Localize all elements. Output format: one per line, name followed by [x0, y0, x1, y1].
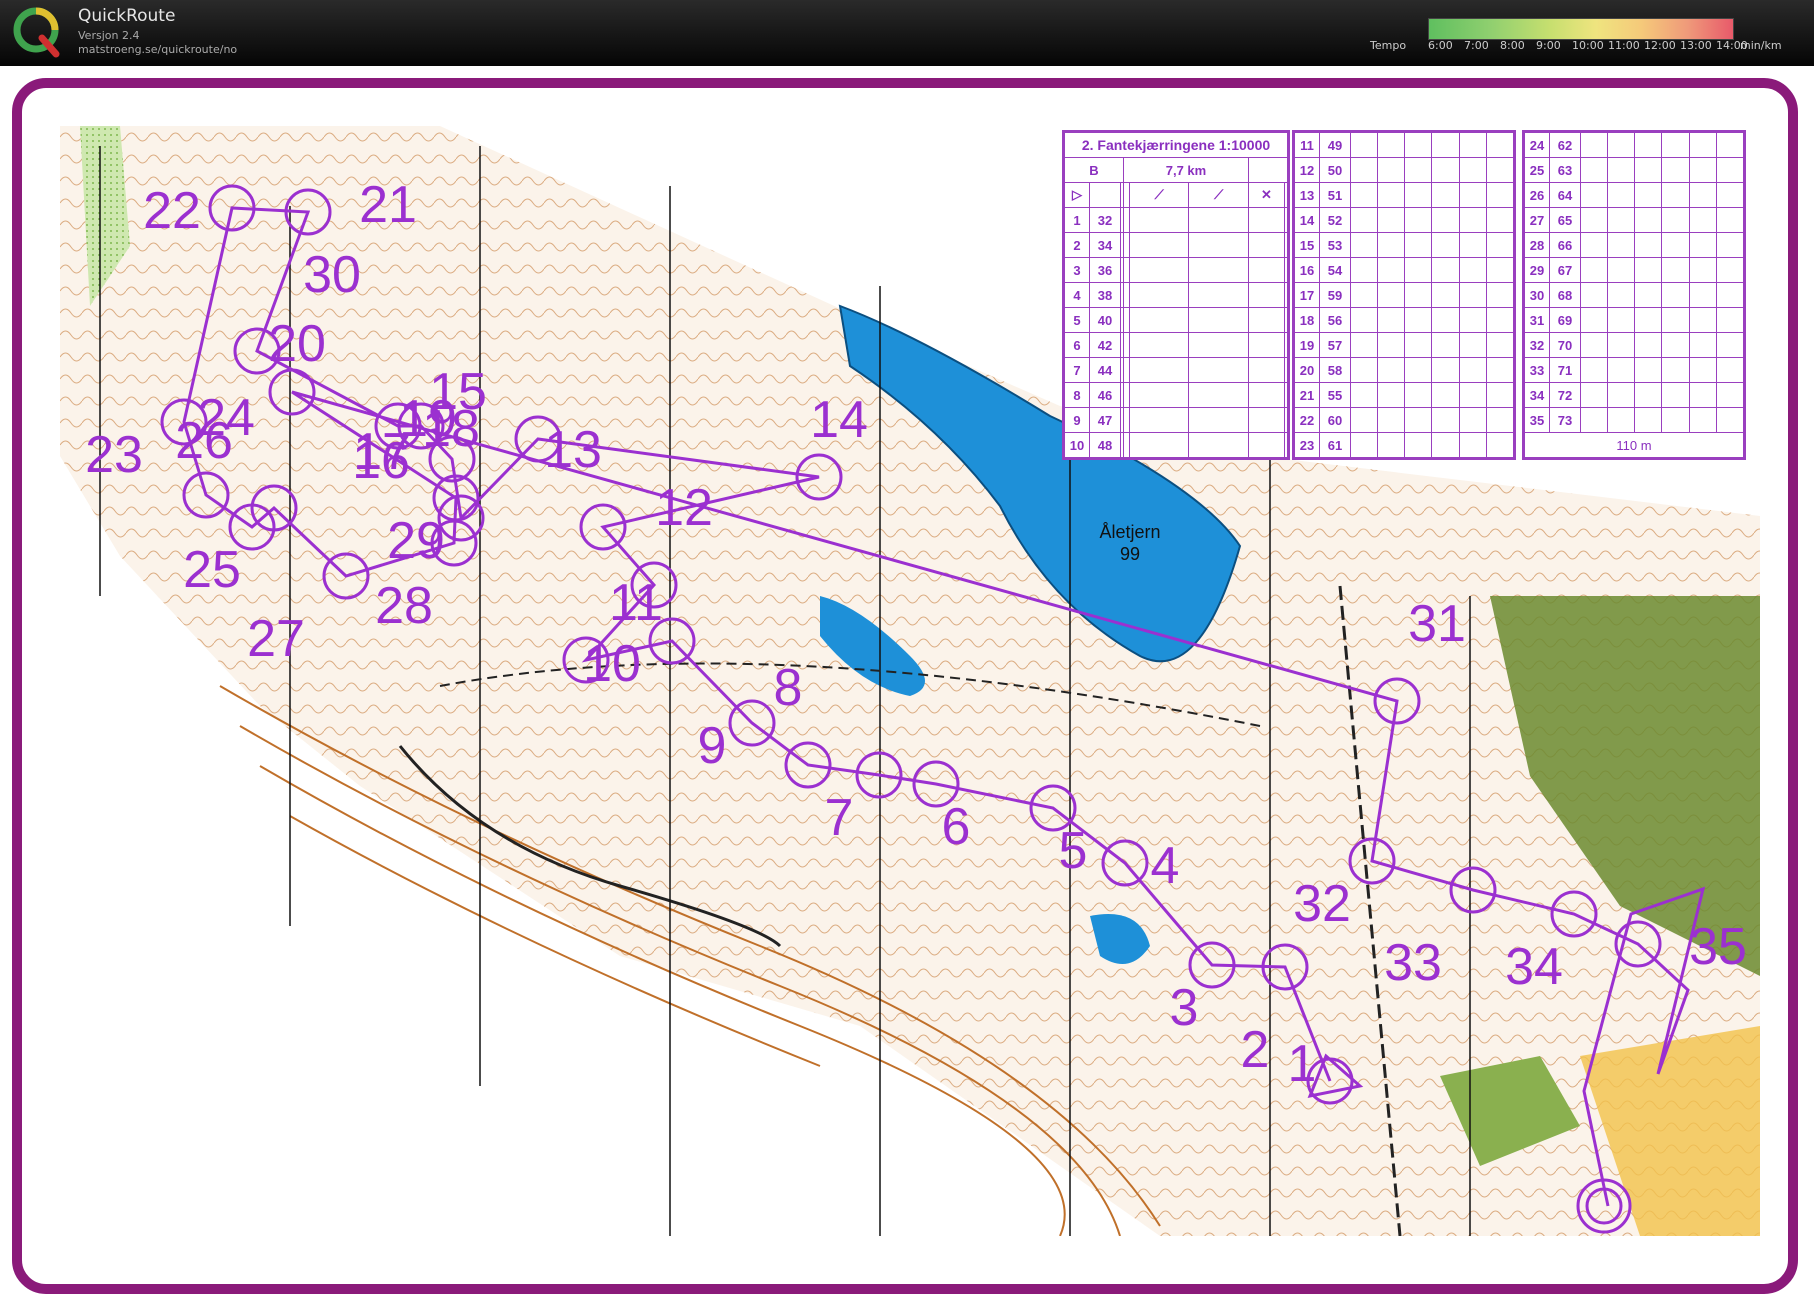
control-number: 25: [183, 541, 241, 599]
description-row: 26 64: [1524, 182, 1745, 208]
control-number: 19: [399, 390, 457, 448]
description-row: 24 62: [1524, 132, 1745, 158]
control-number: 32: [1293, 875, 1351, 933]
description-row: 27 65: [1524, 207, 1745, 233]
app-header: QuickRoute Versjon 2.4 matstroeng.se/qui…: [0, 0, 1814, 66]
description-row: 3 36: [1064, 257, 1289, 283]
control-number: 4: [1151, 837, 1180, 895]
control-description-column-2: 11 49 12 50 13 51 14 52 15 53 16 54 17 59 18 56 19 57 20 58…: [1292, 130, 1516, 460]
control-number: 1: [1288, 1035, 1317, 1093]
control-number: 35: [1689, 918, 1747, 976]
description-row: 21 55: [1294, 382, 1515, 408]
control-number: 12: [655, 479, 713, 537]
legend-tick: 12:00: [1644, 39, 1676, 52]
description-row: 4 38: [1064, 282, 1289, 308]
description-row: 15 53: [1294, 232, 1515, 258]
description-row: 17 59: [1294, 282, 1515, 308]
description-row: 33 71: [1524, 357, 1745, 383]
app-title: QuickRoute: [78, 6, 176, 26]
legend-unit: min/km: [1740, 39, 1782, 52]
control-description-column-3: 24 62 25 63 26 64 27 65 28 66 29 67 30 68 31 69 32 70 33 71…: [1522, 130, 1746, 460]
control-number: 8: [774, 659, 803, 717]
description-row: 23 61: [1294, 432, 1515, 458]
control-number: 5: [1059, 822, 1088, 880]
control-number: 2: [1241, 1021, 1270, 1079]
control-number: 7: [825, 789, 854, 847]
legend-tick: 6:00: [1428, 39, 1453, 52]
description-row: 2 34: [1064, 232, 1289, 258]
description-row: 8 46: [1064, 382, 1289, 408]
course-title: 2. Fantekjærringene 1:10000: [1064, 132, 1288, 158]
description-row: 10 48: [1064, 432, 1289, 458]
description-row: 19 57: [1294, 332, 1515, 358]
finish-distance: 110 m: [1524, 432, 1744, 458]
control-number: 23: [85, 426, 143, 484]
control-number: 31: [1408, 595, 1466, 653]
description-row: 13 51: [1294, 182, 1515, 208]
control-number: 27: [247, 610, 305, 668]
legend-tick: 11:00: [1608, 39, 1640, 52]
description-row: 11 49: [1294, 132, 1515, 158]
control-number: 21: [359, 176, 417, 234]
description-row: 31 69: [1524, 307, 1745, 333]
quickroute-logo-icon: [13, 7, 60, 58]
description-row: 32 70: [1524, 332, 1745, 358]
control-number: 22: [143, 182, 201, 240]
description-row: 30 68: [1524, 282, 1745, 308]
description-row: 1 32: [1064, 207, 1289, 233]
description-row: 34 72: [1524, 382, 1745, 408]
tempo-color-scale: [1428, 18, 1734, 40]
control-number: 9: [698, 717, 727, 775]
control-number: 3: [1170, 979, 1199, 1037]
control-number: 29: [387, 512, 445, 570]
lake-label: Åletjern: [1099, 522, 1160, 542]
description-row: 35 73: [1524, 407, 1745, 433]
control-number: 10: [583, 635, 641, 693]
description-row: 6 42: [1064, 332, 1289, 358]
description-row: 29 67: [1524, 257, 1745, 283]
description-row: 22 60: [1294, 407, 1515, 433]
control-number: 6: [942, 798, 971, 856]
control-number: 11: [609, 574, 663, 632]
description-row: 5 40: [1064, 307, 1289, 333]
control-number: 14: [810, 391, 868, 449]
course-length: 7,7 km: [1123, 157, 1249, 183]
control-number: 28: [375, 577, 433, 635]
lake-height: 99: [1120, 544, 1140, 564]
control-number: 30: [303, 246, 361, 304]
description-row: 25 63: [1524, 157, 1745, 183]
control-number: 26: [175, 412, 233, 470]
control-number: 33: [1384, 934, 1442, 992]
control-number: 20: [268, 315, 326, 373]
description-row: 28 66: [1524, 232, 1745, 258]
control-number: 13: [544, 421, 602, 479]
description-row: 18 56: [1294, 307, 1515, 333]
description-row: 12 50: [1294, 157, 1515, 183]
legend-tick: 8:00: [1500, 39, 1525, 52]
legend-tick: 9:00: [1536, 39, 1561, 52]
description-row: 14 52: [1294, 207, 1515, 233]
legend-tick: 10:00: [1572, 39, 1604, 52]
description-row: 7 44: [1064, 357, 1289, 383]
control-number: 34: [1505, 938, 1563, 996]
control-description-column-1: 2. Fantekjærringene 1:10000 B 7,7 km ▷ ⟋ ⟋ ✕…: [1062, 130, 1290, 460]
description-row: 20 58: [1294, 357, 1515, 383]
app-url[interactable]: matstroeng.se/quickroute/no: [78, 43, 237, 56]
course-class: B: [1064, 157, 1124, 183]
app-version: Versjon 2.4: [78, 29, 140, 42]
description-row: 9 47: [1064, 407, 1289, 433]
legend-tick: 7:00: [1464, 39, 1489, 52]
legend-tick: 13:00: [1680, 39, 1712, 52]
description-row: 16 54: [1294, 257, 1515, 283]
legend-label: Tempo: [1370, 39, 1407, 52]
